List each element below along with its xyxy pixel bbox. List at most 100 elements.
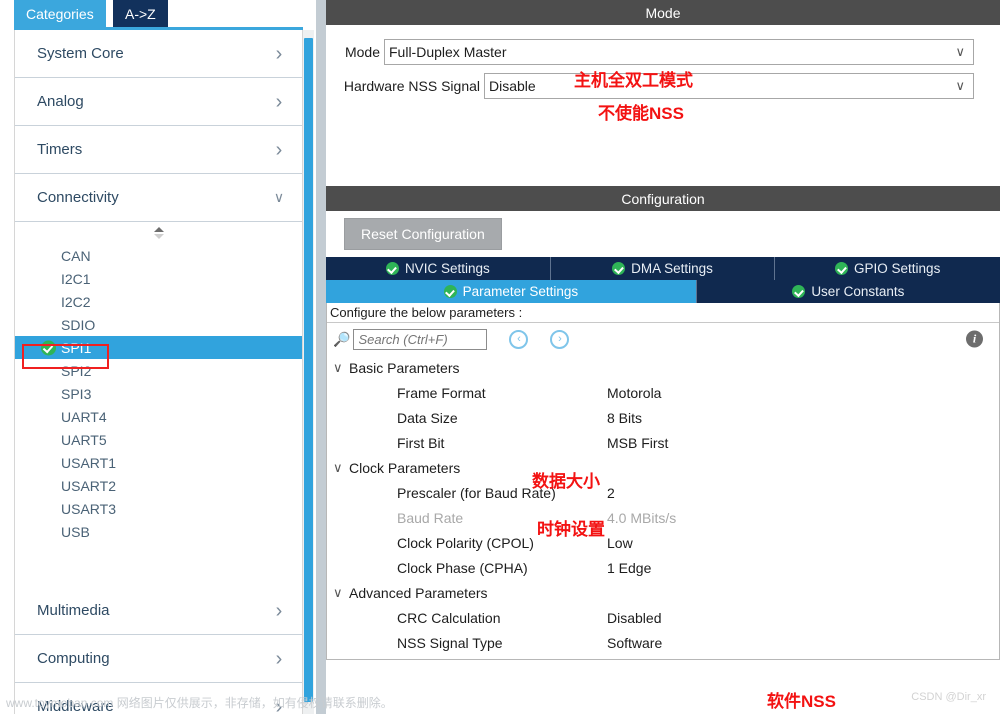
param-value: MSB First (607, 434, 669, 451)
hardware-nss-dropdown-value: Disable (489, 78, 536, 94)
chevron-right-icon (272, 601, 286, 621)
sidebar-item-spi3[interactable]: SPI3 (15, 382, 302, 405)
tab-gpio-settings-label: GPIO Settings (854, 261, 941, 276)
tab-nvic-settings[interactable]: NVIC Settings (326, 257, 551, 280)
param-group-basic-parameters[interactable]: Basic Parameters (327, 355, 999, 380)
sidebar-item-label: I2C1 (61, 270, 91, 287)
param-row-clock-phase[interactable]: Clock Phase (CPHA) 1 Edge (327, 555, 999, 580)
mode-section-title: Mode (645, 4, 681, 21)
sidebar-item-label: I2C2 (61, 293, 91, 310)
next-match-button[interactable]: › (550, 329, 570, 349)
sidebar-item-uart4[interactable]: UART4 (15, 405, 302, 428)
sidebar-item-usb[interactable]: USB (15, 520, 302, 543)
mode-section-header: Mode (326, 0, 1000, 25)
tab-gpio-settings[interactable]: GPIO Settings (775, 257, 1000, 280)
sidebar-item-i2c1[interactable]: I2C1 (15, 267, 302, 290)
param-name: Frame Format (397, 384, 486, 401)
tab-user-constants[interactable]: User Constants (696, 280, 1000, 303)
tab-categories[interactable]: Categories (14, 0, 106, 28)
search-icon: 🔍 (333, 330, 351, 347)
param-value: Low (607, 534, 633, 551)
configuration-tabs-row-1: NVIC Settings DMA Settings GPIO Settings (326, 257, 1000, 280)
mode-section-body: Mode Full-Duplex Master Hardware NSS Sig… (326, 25, 1000, 180)
check-circle-icon (792, 285, 806, 298)
tab-a-to-z-label: A->Z (125, 6, 156, 22)
category-group-connectivity[interactable]: Connectivity (15, 174, 302, 222)
tab-dma-settings[interactable]: DMA Settings (550, 257, 776, 280)
param-value: Software (607, 634, 663, 651)
reset-configuration-button[interactable]: Reset Configuration (344, 218, 502, 250)
chevron-down-icon (955, 44, 965, 60)
connectivity-peripheral-list: CAN I2C1 I2C2 SDIO SPI1 SPI2 SPI3 UART4 … (15, 244, 302, 543)
param-row-crc-calculation[interactable]: CRC Calculation Disabled (327, 605, 999, 630)
mode-dropdown[interactable]: Full-Duplex Master (384, 39, 974, 65)
chevron-down-icon (272, 190, 286, 205)
category-group-timers[interactable]: Timers (15, 126, 302, 174)
sidebar-item-label: USART2 (61, 477, 116, 494)
mode-row: Mode Full-Duplex Master (326, 38, 1000, 66)
category-group-system-core[interactable]: System Core (15, 30, 302, 78)
param-group-clock-parameters[interactable]: Clock Parameters (327, 455, 999, 480)
sidebar-item-label: SDIO (61, 316, 96, 333)
param-name: Baud Rate (397, 509, 464, 526)
param-row-baud-rate: Baud Rate 4.0 MBits/s (327, 505, 999, 530)
sidebar-scrollbar-thumb[interactable] (304, 38, 313, 702)
category-group-connectivity-label: Connectivity (37, 189, 119, 206)
tab-parameter-settings[interactable]: Parameter Settings (326, 280, 697, 303)
sidebar-item-uart5[interactable]: UART5 (15, 428, 302, 451)
configure-hint-bar: Configure the below parameters : (327, 303, 999, 323)
configuration-section: Configuration Reset Configuration NVIC S… (326, 186, 1000, 711)
param-row-nss-signal-type[interactable]: NSS Signal Type Software (327, 630, 999, 655)
param-row-clock-polarity[interactable]: Clock Polarity (CPOL) Low (327, 530, 999, 555)
chevron-down-icon (955, 78, 965, 94)
annotation-nss-cn: 不使能NSS (598, 104, 684, 123)
tab-parameter-settings-label: Parameter Settings (462, 284, 579, 299)
category-group-multimedia[interactable]: Multimedia (15, 587, 302, 635)
check-circle-icon (443, 285, 457, 298)
sidebar-item-usart1[interactable]: USART1 (15, 451, 302, 474)
tab-a-to-z[interactable]: A->Z (113, 0, 168, 28)
chevron-right-icon (272, 44, 286, 64)
param-row-first-bit[interactable]: First Bit MSB First (327, 430, 999, 455)
watermark-right: CSDN @Dir_xr (911, 691, 986, 703)
hardware-nss-dropdown[interactable]: Disable (484, 73, 974, 99)
param-value: 4.0 MBits/s (607, 509, 677, 526)
hardware-nss-row: Hardware NSS Signal Disable (326, 72, 1000, 100)
panel-divider (316, 0, 326, 714)
info-icon[interactable]: i (966, 330, 983, 348)
sidebar-item-spi2[interactable]: SPI2 (15, 359, 302, 382)
configuration-section-title: Configuration (621, 190, 705, 207)
param-row-data-size[interactable]: Data Size 8 Bits (327, 405, 999, 430)
search-input[interactable] (353, 328, 488, 350)
chevron-down-icon (333, 460, 349, 476)
parameter-settings-panel: Configure the below parameters : 🔍 ‹ › i… (326, 303, 1000, 711)
previous-match-button[interactable]: ‹ (509, 329, 529, 349)
sidebar-item-usart2[interactable]: USART2 (15, 474, 302, 497)
param-name: Prescaler (for Baud Rate) (397, 484, 556, 501)
sidebar-item-i2c2[interactable]: I2C2 (15, 290, 302, 313)
annotation-nss-software-cn: 软件NSS (767, 692, 836, 711)
sidebar-item-sdio[interactable]: SDIO (15, 313, 302, 336)
category-group-multimedia-label: Multimedia (37, 602, 110, 619)
param-group-advanced-parameters[interactable]: Advanced Parameters (327, 580, 999, 605)
category-list: System Core Analog Timers Connectivity (14, 30, 303, 714)
sidebar-item-spi1[interactable]: SPI1 (15, 336, 302, 359)
param-row-frame-format[interactable]: Frame Format Motorola (327, 380, 999, 405)
parameter-search-row: 🔍 ‹ › i (327, 323, 999, 355)
sidebar-item-label: SPI1 (61, 339, 92, 356)
sidebar-item-usart3[interactable]: USART3 (15, 497, 302, 520)
param-name: NSS Signal Type (397, 634, 503, 651)
sidebar-item-can[interactable]: CAN (15, 244, 302, 267)
sidebar-item-label: USART3 (61, 500, 116, 517)
sidebar-item-label: UART4 (61, 408, 107, 425)
category-group-computing[interactable]: Computing (15, 635, 302, 683)
configure-hint-text: Configure the below parameters : (330, 305, 523, 320)
param-row-prescaler[interactable]: Prescaler (for Baud Rate) 2 (327, 480, 999, 505)
param-value: Disabled (607, 609, 662, 626)
list-scroll-indicator[interactable] (15, 222, 302, 244)
category-group-analog[interactable]: Analog (15, 78, 302, 126)
chevron-right-icon (272, 649, 286, 669)
check-circle-icon (41, 340, 56, 355)
param-name: Data Size (397, 409, 458, 426)
check-circle-icon (835, 262, 849, 275)
